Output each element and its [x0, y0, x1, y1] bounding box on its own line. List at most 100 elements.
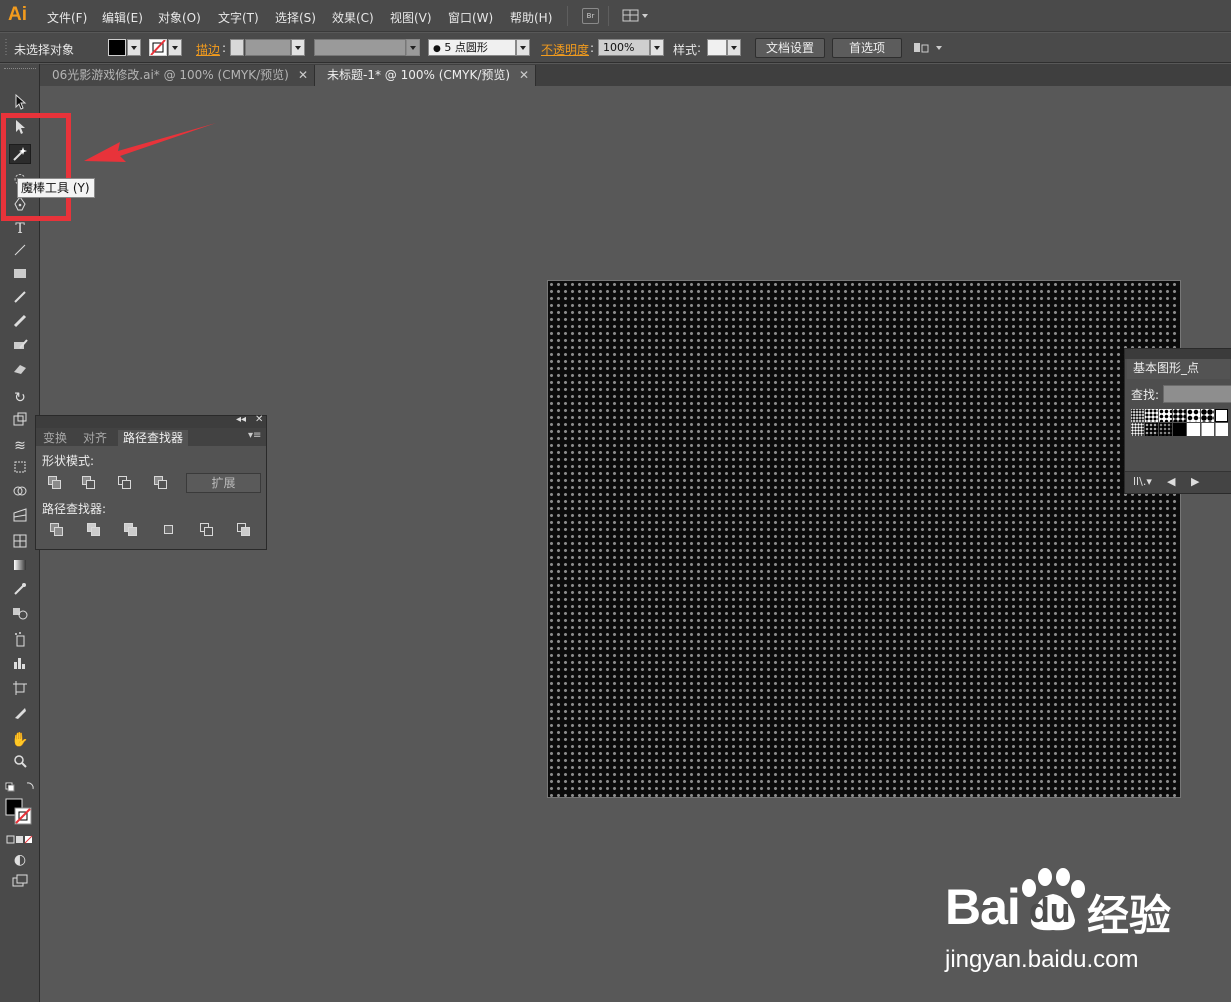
gradient-tool-icon[interactable] — [9, 558, 31, 578]
line-tool-icon[interactable] — [9, 243, 31, 263]
close-icon[interactable]: ✕ — [298, 65, 308, 85]
fill-stroke-swatches[interactable] — [5, 798, 35, 828]
stroke-weight-stepper[interactable] — [230, 39, 244, 56]
divide-icon[interactable] — [50, 523, 64, 537]
stroke-weight-dropdown-icon[interactable] — [291, 39, 305, 56]
stroke-dropdown-icon[interactable] — [168, 39, 182, 56]
symbol-swatch[interactable] — [1173, 423, 1186, 436]
merge-icon[interactable] — [124, 523, 138, 537]
scale-tool-icon[interactable] — [9, 412, 31, 432]
rectangle-tool-icon[interactable] — [9, 266, 31, 286]
screen-mode-icon[interactable] — [9, 874, 31, 894]
style-dropdown-icon[interactable] — [727, 39, 741, 56]
hand-tool-icon[interactable]: ✋ — [9, 730, 31, 750]
variable-width-profile-field[interactable] — [314, 39, 406, 56]
tab-document-1[interactable]: 06光影游戏修改.ai* @ 100% (CMYK/预览) ✕ — [40, 65, 315, 86]
symbol-swatch[interactable] — [1187, 423, 1200, 436]
next-library-icon[interactable]: ▶ — [1191, 475, 1199, 488]
symbol-swatch[interactable] — [1145, 409, 1158, 422]
symbol-swatch[interactable] — [1131, 409, 1144, 422]
stroke-weight-field[interactable] — [245, 39, 291, 56]
symbol-swatch[interactable] — [1187, 409, 1200, 422]
type-tool-icon[interactable]: T — [9, 219, 31, 239]
arrange-documents-icon[interactable] — [912, 40, 946, 56]
symbol-swatch[interactable] — [1159, 423, 1172, 436]
stroke-color-swatch[interactable] — [149, 39, 167, 56]
mesh-tool-icon[interactable] — [9, 534, 31, 554]
menu-window[interactable]: 窗口(W) — [448, 9, 493, 26]
preferences-button[interactable]: 首选项 — [832, 38, 902, 58]
unite-icon[interactable] — [48, 476, 62, 490]
opacity-dropdown-icon[interactable] — [650, 39, 664, 56]
blob-brush-tool-icon[interactable] — [9, 338, 31, 358]
symbol-swatch[interactable] — [1173, 409, 1186, 422]
menu-object[interactable]: 对象(O) — [158, 9, 201, 26]
exclude-icon[interactable] — [154, 476, 168, 490]
blend-tool-icon[interactable] — [9, 606, 31, 626]
symbol-swatch[interactable] — [1131, 423, 1144, 436]
workspace-switcher-icon[interactable] — [622, 8, 650, 24]
symbol-swatch[interactable] — [1215, 423, 1228, 436]
profile-dropdown-icon[interactable] — [406, 39, 420, 56]
eraser-tool-icon[interactable] — [9, 362, 31, 382]
selection-tool-icon[interactable] — [9, 93, 31, 114]
symbol-swatch[interactable] — [1201, 423, 1214, 436]
draw-mode-icon[interactable]: ◐ — [9, 850, 31, 870]
menu-help[interactable]: 帮助(H) — [510, 9, 552, 26]
free-transform-tool-icon[interactable] — [9, 460, 31, 480]
menu-view[interactable]: 视图(V) — [390, 9, 432, 26]
opacity-label[interactable]: 不透明度 — [541, 41, 589, 58]
library-menu-icon[interactable]: ll\.▾ — [1133, 475, 1152, 488]
minus-front-icon[interactable] — [82, 476, 96, 490]
bridge-button[interactable]: Br — [582, 8, 599, 24]
eyedropper-tool-icon[interactable] — [9, 582, 31, 602]
close-icon[interactable]: ✕ — [255, 414, 263, 425]
perspective-grid-tool-icon[interactable] — [9, 508, 31, 528]
tab-align[interactable]: 对齐 — [78, 430, 112, 447]
tab-pathfinder[interactable]: 路径查找器 — [118, 430, 189, 447]
search-input[interactable] — [1163, 385, 1231, 403]
warp-tool-icon[interactable]: ≋ — [9, 436, 31, 456]
close-icon[interactable]: ✕ — [519, 65, 529, 85]
expand-button[interactable]: 扩展 — [186, 473, 261, 493]
brush-definition-field[interactable]: ● 5 点圆形 — [428, 39, 516, 56]
stroke-label[interactable]: 描边 — [196, 41, 220, 58]
symbol-swatch[interactable] — [1159, 409, 1172, 422]
panel-menu-icon[interactable]: ▾≡ — [248, 430, 261, 441]
zoom-tool-icon[interactable] — [9, 754, 31, 774]
graphic-style-swatch[interactable] — [707, 39, 727, 56]
fill-color-swatch[interactable] — [108, 39, 126, 56]
column-graph-tool-icon[interactable] — [9, 656, 31, 676]
previous-library-icon[interactable]: ◀ — [1167, 475, 1175, 488]
tab-document-2[interactable]: 未标题-1* @ 100% (CMYK/预览) ✕ — [315, 65, 536, 86]
menu-file[interactable]: 文件(F) — [47, 9, 87, 26]
rotate-tool-icon[interactable]: ↻ — [9, 388, 31, 408]
menu-select[interactable]: 选择(S) — [275, 9, 316, 26]
symbol-swatch[interactable] — [1215, 409, 1228, 422]
crop-icon[interactable] — [162, 523, 176, 537]
symbol-sprayer-tool-icon[interactable] — [9, 631, 31, 651]
menu-type[interactable]: 文字(T) — [218, 9, 259, 26]
dot-pattern-artwork[interactable] — [547, 280, 1181, 798]
shape-builder-tool-icon[interactable] — [9, 484, 31, 504]
slice-tool-icon[interactable] — [9, 706, 31, 726]
fill-dropdown-icon[interactable] — [127, 39, 141, 56]
tab-transform[interactable]: 变换 — [38, 430, 72, 447]
outline-icon[interactable] — [200, 523, 214, 537]
artboard-tool-icon[interactable] — [9, 681, 31, 701]
menu-edit[interactable]: 编辑(E) — [102, 9, 143, 26]
menu-effect[interactable]: 效果(C) — [332, 9, 374, 26]
color-mode-icons[interactable] — [6, 834, 36, 844]
trim-icon[interactable] — [87, 523, 101, 537]
symbol-swatch[interactable] — [1145, 423, 1158, 436]
brush-dropdown-icon[interactable] — [516, 39, 530, 56]
pencil-tool-icon[interactable] — [9, 314, 31, 334]
intersect-icon[interactable] — [118, 476, 132, 490]
default-colors-icon[interactable] — [5, 780, 35, 794]
minus-back-icon[interactable] — [237, 523, 251, 537]
collapse-icon[interactable]: ◂◂ — [236, 414, 246, 425]
opacity-field[interactable]: 100% — [598, 39, 650, 56]
document-setup-button[interactable]: 文档设置 — [755, 38, 825, 58]
symbol-library-tab[interactable]: 基本图形_点 — [1127, 359, 1230, 379]
paintbrush-tool-icon[interactable] — [9, 290, 31, 310]
